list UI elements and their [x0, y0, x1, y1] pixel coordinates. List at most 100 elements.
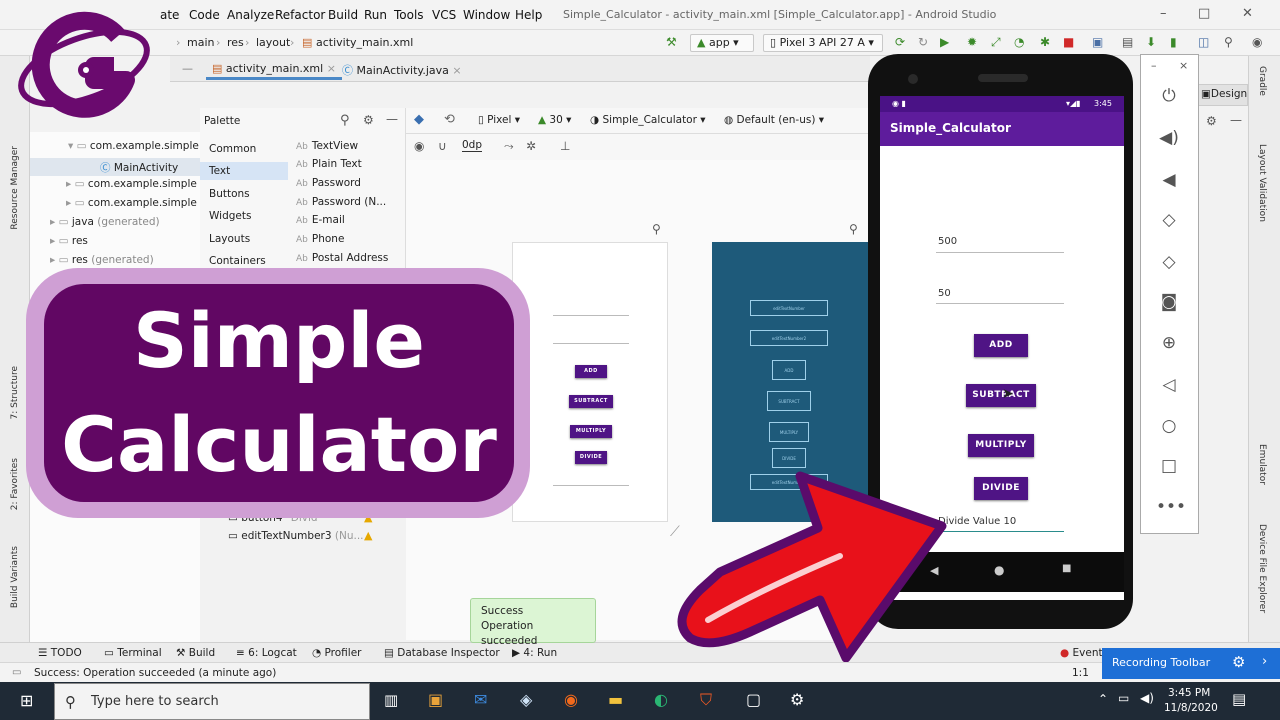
- bug-icon[interactable]: ✱: [1040, 35, 1050, 49]
- stop-icon[interactable]: ■: [1063, 35, 1074, 49]
- network-icon[interactable]: ▭: [1118, 691, 1129, 705]
- home-icon[interactable]: ●: [994, 563, 1004, 577]
- tree-item-res[interactable]: ▸ ▭ res: [50, 235, 88, 247]
- palette-item[interactable]: Ab TextView: [296, 140, 358, 152]
- event-log-tab[interactable]: ● Event: [1060, 647, 1103, 659]
- sync-icon[interactable]: ▣: [1092, 35, 1103, 49]
- palette-item[interactable]: Ab Plain Text: [296, 158, 362, 170]
- camera-icon[interactable]: ◙: [1156, 292, 1182, 312]
- overview-icon[interactable]: ■: [1062, 563, 1071, 574]
- theme-dropdown[interactable]: ◑ Simple_Calculator ▾: [590, 114, 706, 126]
- app-icon[interactable]: ▢: [746, 690, 761, 709]
- brave-icon[interactable]: ⛉: [700, 690, 712, 710]
- palette-item[interactable]: Ab Password: [296, 177, 361, 189]
- preview-multiply-button[interactable]: MULTIPLY: [570, 425, 612, 438]
- edge-icon[interactable]: ◐: [654, 690, 668, 709]
- hammer-icon[interactable]: ⚒: [666, 35, 677, 49]
- structure-tab[interactable]: 7: Structure: [10, 366, 20, 420]
- run-config-select[interactable]: ▲ app ▾: [690, 34, 754, 52]
- blueprint-edit-text[interactable]: editTextNumber: [750, 300, 828, 316]
- firefox-icon[interactable]: ◉: [564, 690, 578, 709]
- breadcrumb-main[interactable]: main: [187, 36, 214, 49]
- menu-item-analyze[interactable]: Analyze: [227, 8, 274, 22]
- minimize-panel-icon[interactable]: —: [1230, 113, 1242, 127]
- maximize-button[interactable]: □: [1198, 6, 1210, 21]
- palette-category-layouts[interactable]: Layouts: [200, 230, 288, 248]
- minimize-panel-icon[interactable]: —: [182, 62, 193, 75]
- divide-button[interactable]: DIVIDE: [974, 477, 1028, 500]
- back-icon[interactable]: ◁: [1156, 375, 1182, 395]
- tree-item-package[interactable]: ▸ ▭ com.example.simple: [66, 178, 197, 190]
- rotate-right-icon[interactable]: ◇: [1156, 252, 1182, 272]
- todo-tab[interactable]: ☰ TODO: [38, 647, 82, 659]
- preview-add-button[interactable]: ADD: [575, 365, 607, 378]
- file-explorer-icon[interactable]: ▬: [608, 690, 623, 709]
- apply-changes-icon[interactable]: ⟳: [895, 35, 905, 49]
- clock-date[interactable]: 11/8/2020: [1164, 702, 1218, 714]
- profiler-tab[interactable]: ◔ Profiler: [312, 647, 361, 659]
- security-icon[interactable]: ◈: [520, 690, 532, 709]
- sdk-icon[interactable]: ⬇: [1146, 35, 1156, 49]
- design-mode-toggle[interactable]: ▣Design: [1196, 84, 1248, 106]
- palette-category-common[interactable]: Common: [200, 140, 288, 158]
- design-preview[interactable]: ADD SUBTRACT MULTIPLY DIVIDE: [512, 242, 668, 522]
- minimize-panel-icon[interactable]: —: [386, 112, 398, 126]
- tree-item-java-generated[interactable]: ▸ ▭ java (generated): [50, 216, 160, 228]
- chevron-right-icon[interactable]: ›: [1262, 654, 1267, 669]
- device-file-explorer-tab[interactable]: Device File Explorer: [1257, 524, 1267, 613]
- close-icon[interactable]: ×: [1179, 59, 1188, 72]
- menu-item-window[interactable]: Window: [463, 8, 510, 22]
- minimize-icon[interactable]: –: [1151, 59, 1157, 72]
- zoom-icon[interactable]: ⊕: [1156, 333, 1182, 353]
- gradle-tab[interactable]: Gradle: [1257, 66, 1267, 96]
- menu-item-build[interactable]: Build: [328, 8, 358, 22]
- palette-item[interactable]: Ab Password (N...: [296, 196, 386, 208]
- locale-dropdown[interactable]: ◍ Default (en-us) ▾: [724, 114, 824, 126]
- rotate-left-icon[interactable]: ◇: [1156, 210, 1182, 230]
- run-icon[interactable]: ▶: [940, 35, 949, 49]
- search-icon[interactable]: ⚲: [1224, 35, 1233, 49]
- volume-up-icon[interactable]: ◀): [1156, 128, 1182, 148]
- overview-icon[interactable]: □: [1156, 456, 1182, 476]
- debug-icon[interactable]: ✹: [967, 35, 977, 49]
- api-dropdown[interactable]: ▲ 30 ▾: [538, 114, 571, 126]
- clock-time[interactable]: 3:45 PM: [1168, 687, 1210, 699]
- build-tab[interactable]: ⚒ Build: [176, 647, 215, 659]
- multiply-button[interactable]: MULTIPLY: [968, 434, 1034, 457]
- orientation-icon[interactable]: ⟲: [444, 112, 455, 127]
- subtract-button[interactable]: SUBTRACT: [966, 384, 1036, 407]
- component-tree-item[interactable]: ▭ editTextNumber3 (Nu...: [228, 530, 364, 542]
- number-input-2[interactable]: 50: [938, 288, 951, 299]
- close-icon[interactable]: ×: [452, 64, 461, 77]
- palette-item[interactable]: Ab Phone: [296, 233, 344, 245]
- tree-item-package[interactable]: ▸ ▭ com.example.simple: [66, 197, 197, 209]
- close-icon[interactable]: ×: [327, 62, 336, 75]
- mail-icon[interactable]: ✉: [474, 690, 487, 709]
- resource-manager-tab[interactable]: Resource Manager: [10, 146, 20, 230]
- minimize-button[interactable]: –: [1160, 6, 1167, 21]
- palette-category-text[interactable]: Text: [200, 162, 288, 180]
- device-manager-icon[interactable]: ▮: [1170, 35, 1177, 49]
- align-icon[interactable]: ⊥: [560, 139, 570, 153]
- store-icon[interactable]: ▣: [428, 690, 443, 709]
- gear-icon[interactable]: ⚙: [363, 113, 374, 127]
- breadcrumb-layout[interactable]: layout: [256, 36, 290, 49]
- menu-item-tools[interactable]: Tools: [394, 8, 424, 22]
- magic-wand-icon[interactable]: ✲: [526, 139, 536, 153]
- device-select[interactable]: ▯ Pixel 3 API 27 A ▾: [763, 34, 883, 52]
- blueprint-edit-text[interactable]: editTextNumber2: [750, 330, 828, 346]
- avd-icon[interactable]: ▤: [1122, 35, 1133, 49]
- chevron-up-icon[interactable]: ⌃: [1098, 692, 1108, 706]
- warning-icon[interactable]: ▲: [364, 529, 372, 542]
- layout-validation-tab[interactable]: Layout Validation: [1257, 144, 1267, 222]
- palette-category-widgets[interactable]: Widgets: [200, 207, 288, 225]
- menu-item-run[interactable]: Run: [364, 8, 387, 22]
- power-icon[interactable]: ⏻: [1156, 86, 1182, 106]
- add-button[interactable]: ADD: [974, 334, 1028, 357]
- blueprint-button[interactable]: MULTIPLY: [769, 422, 809, 442]
- build-variants-tab[interactable]: Build Variants: [10, 546, 20, 608]
- tree-item-package[interactable]: ▾ ▭ com.example.simple: [68, 140, 199, 152]
- terminal-tab[interactable]: ▭ Terminal: [104, 647, 162, 659]
- notification-center-icon[interactable]: ▤: [1232, 690, 1246, 708]
- cursor-position[interactable]: 1:1: [1072, 667, 1089, 679]
